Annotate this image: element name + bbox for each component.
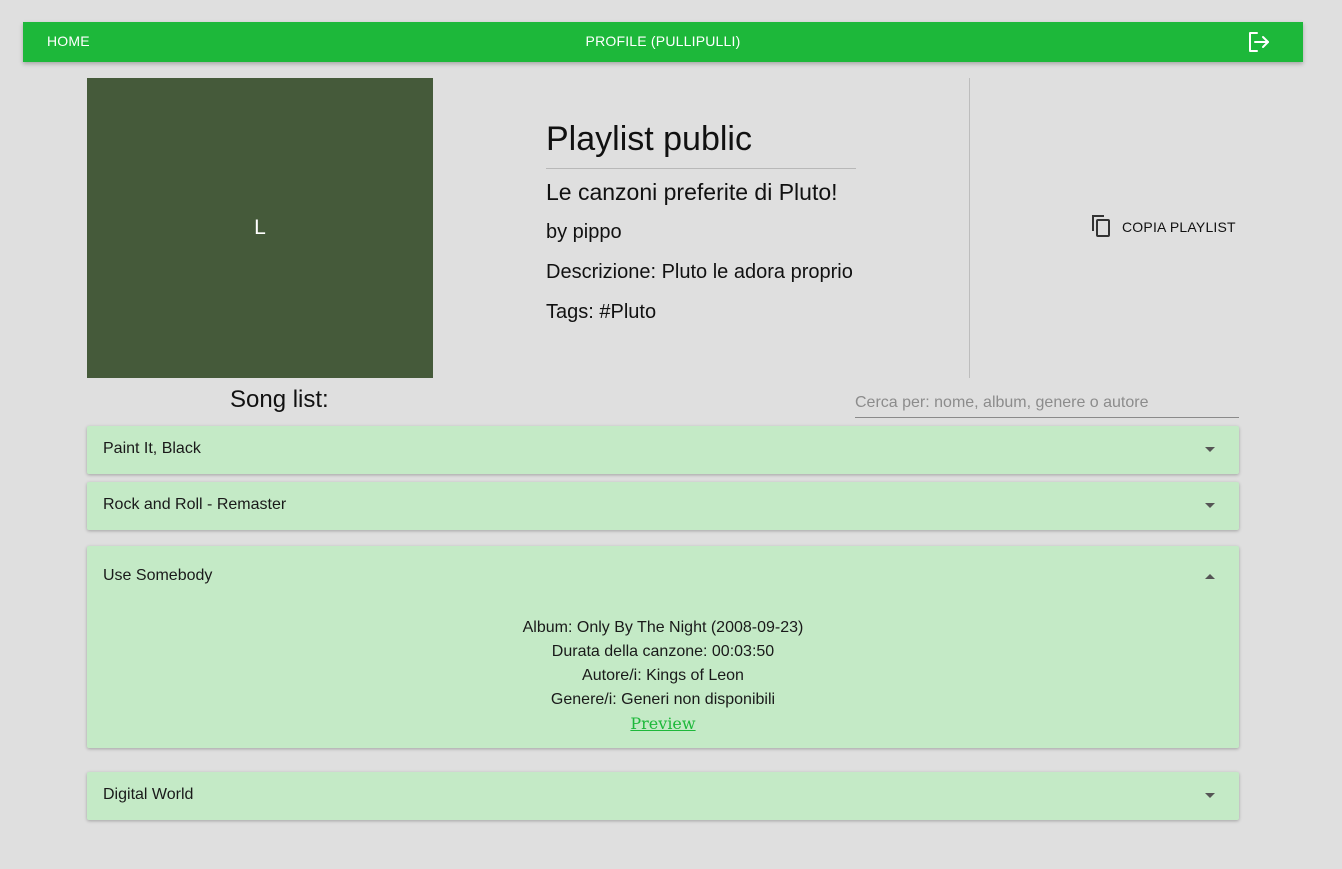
playlist-name: Le canzoni preferite di Pluto! [546, 179, 838, 205]
playlist-author: by pippo [546, 221, 622, 243]
song-item[interactable]: Paint It, Black [87, 426, 1239, 474]
search-input[interactable] [855, 388, 1239, 418]
song-item[interactable]: Digital World [87, 772, 1239, 820]
song-genres: Genere/i: Generi non disponibili [550, 691, 776, 708]
song-artists: Autore/i: Kings of Leon [582, 667, 744, 684]
song-title: Rock and Roll - Remaster [103, 496, 287, 513]
song-list-heading: Song list: [230, 386, 329, 413]
copy-playlist-button[interactable]: COPIA PLAYLIST [1090, 214, 1236, 240]
song-title: Use Somebody [103, 567, 213, 584]
copy-icon [1090, 214, 1112, 241]
song-header[interactable]: Rock and Roll - Remaster [87, 482, 1239, 530]
song-details: Album: Only By The Night (2008-09-23) Du… [87, 606, 1239, 737]
song-header[interactable]: Paint It, Black [87, 426, 1239, 474]
preview-link[interactable]: Preview [630, 712, 695, 736]
chevron-down-icon [1205, 793, 1215, 798]
cover-letter: L [254, 216, 266, 239]
playlist-info: Playlist public Le canzoni preferite di … [546, 118, 856, 324]
playlist-description: Descrizione: Pluto le adora proprio [546, 261, 853, 283]
logout-icon[interactable] [1247, 31, 1271, 53]
nav-profile-link[interactable]: PROFILE (PULLIPULLI) [23, 33, 1303, 49]
song-title: Digital World [103, 786, 194, 803]
playlist-title: Playlist public [546, 118, 856, 169]
song-title: Paint It, Black [103, 440, 201, 457]
vertical-divider [969, 78, 970, 378]
playlist-tags: Tags: #Pluto [546, 301, 657, 323]
song-header[interactable]: Use Somebody [87, 546, 1239, 606]
chevron-down-icon [1205, 503, 1215, 508]
playlist-cover: L [87, 78, 433, 378]
copy-playlist-label: COPIA PLAYLIST [1122, 219, 1236, 235]
song-duration: Durata della canzone: 00:03:50 [551, 643, 775, 660]
song-album: Album: Only By The Night (2008-09-23) [522, 619, 804, 636]
top-navbar: HOME PROFILE (PULLIPULLI) [23, 22, 1303, 62]
song-item[interactable]: Rock and Roll - Remaster [87, 482, 1239, 530]
song-item-expanded[interactable]: Use Somebody Album: Only By The Night (2… [87, 546, 1239, 748]
chevron-down-icon [1205, 447, 1215, 452]
song-header[interactable]: Digital World [87, 772, 1239, 820]
chevron-up-icon [1205, 574, 1215, 579]
